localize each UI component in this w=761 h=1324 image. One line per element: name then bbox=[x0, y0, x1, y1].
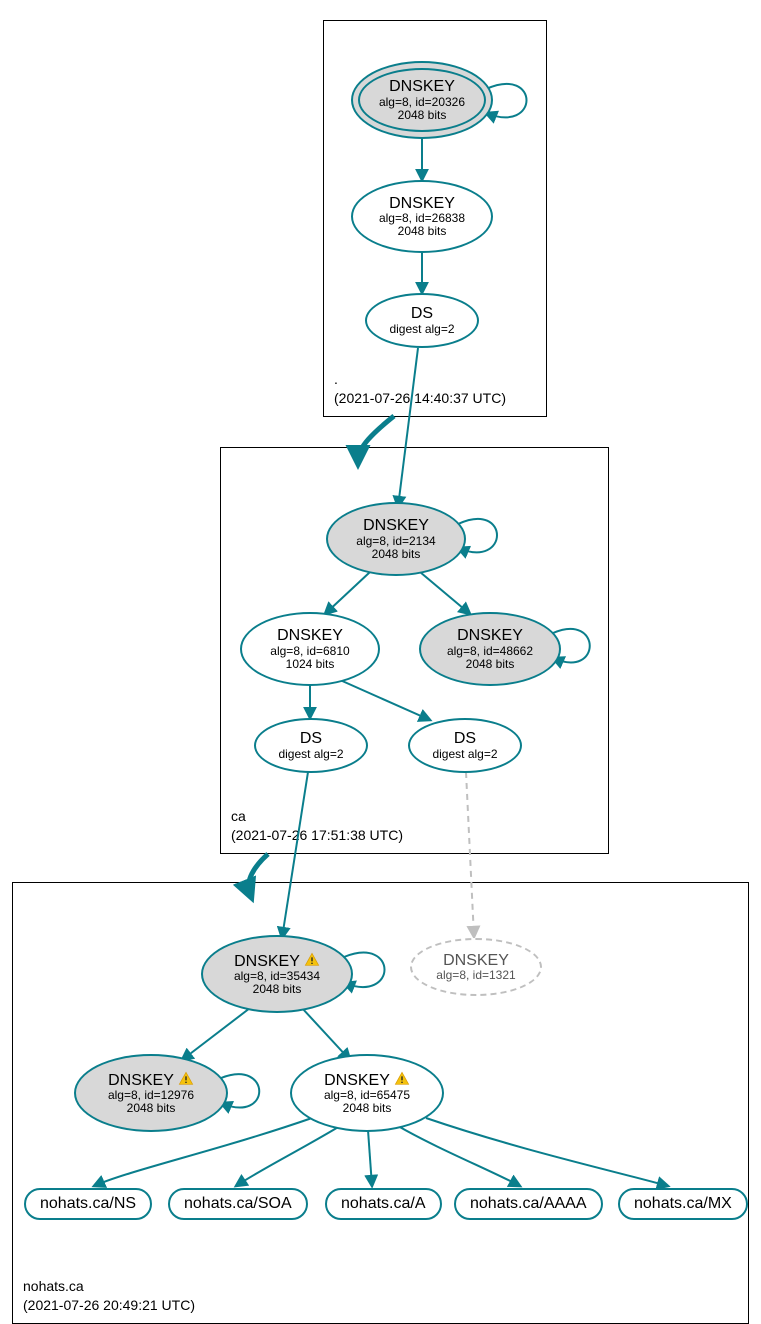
rr-soa: nohats.ca/SOA bbox=[168, 1188, 308, 1220]
zone-nohats-label: nohats.ca (2021-07-26 20:49:21 UTC) bbox=[23, 1277, 195, 1315]
dnskey-ca-ksk: DNSKEY alg=8, id=2134 2048 bits bbox=[326, 502, 466, 576]
rr-mx: nohats.ca/MX bbox=[618, 1188, 748, 1220]
dnskey-nohats-key2: DNSKEY alg=8, id=12976 2048 bits bbox=[74, 1054, 228, 1132]
warning-icon bbox=[178, 1073, 194, 1088]
dnskey-ca-ksk2: DNSKEY alg=8, id=48662 2048 bits bbox=[419, 612, 561, 686]
rr-aaaa: nohats.ca/AAAA bbox=[454, 1188, 603, 1220]
zone-root-label: . (2021-07-26 14:40:37 UTC) bbox=[334, 370, 506, 408]
dnskey-nohats-zsk: DNSKEY alg=8, id=65475 2048 bits bbox=[290, 1054, 444, 1132]
dnskey-root-zsk: DNSKEY alg=8, id=26838 2048 bits bbox=[351, 180, 493, 253]
dnskey-ca-zsk: DNSKEY alg=8, id=6810 1024 bits bbox=[240, 612, 380, 686]
dnskey-nohats-missing: DNSKEY alg=8, id=1321 bbox=[410, 938, 542, 996]
dnskey-root-ksk: DNSKEY alg=8, id=20326 2048 bits bbox=[351, 61, 493, 139]
dnskey-nohats-ksk: DNSKEY alg=8, id=35434 2048 bits bbox=[201, 935, 353, 1013]
rr-a: nohats.ca/A bbox=[325, 1188, 442, 1220]
warning-icon bbox=[304, 954, 320, 969]
ds-ca-1: DS digest alg=2 bbox=[254, 718, 368, 773]
zone-ca-label: ca (2021-07-26 17:51:38 UTC) bbox=[231, 807, 403, 845]
warning-icon bbox=[394, 1073, 410, 1088]
rr-ns: nohats.ca/NS bbox=[24, 1188, 152, 1220]
ds-root: DS digest alg=2 bbox=[365, 293, 479, 348]
ds-ca-2: DS digest alg=2 bbox=[408, 718, 522, 773]
